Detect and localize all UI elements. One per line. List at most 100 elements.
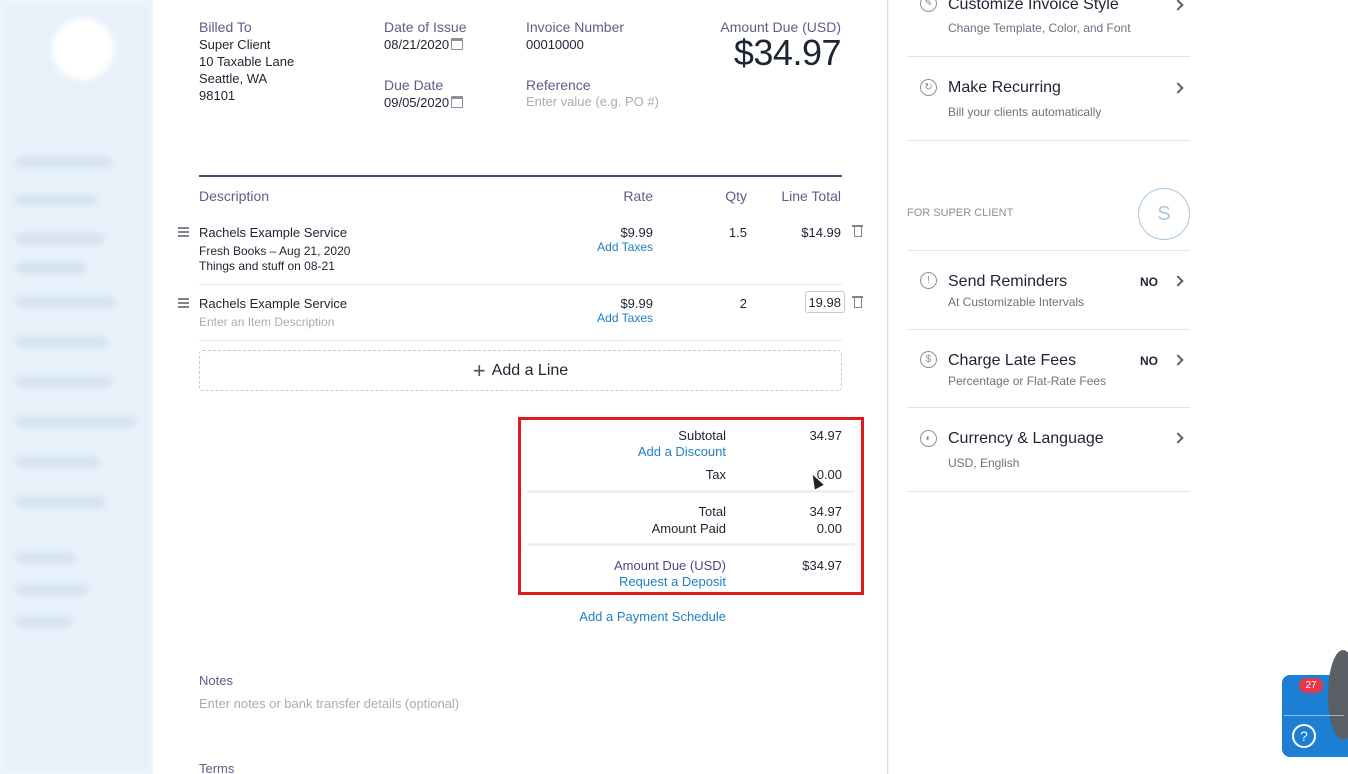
sidebar-item-blurred[interactable]	[16, 552, 76, 564]
totals-divider	[527, 490, 855, 493]
sidebar-item-blurred[interactable]	[16, 296, 116, 308]
sidebar-item-blurred[interactable]	[16, 262, 86, 274]
company-logo	[52, 18, 114, 80]
add-taxes-link[interactable]: Add Taxes	[553, 240, 653, 254]
reference-input[interactable]: Enter value (e.g. PO #)	[526, 94, 659, 109]
trash-icon[interactable]	[852, 295, 863, 308]
customize-style-subtitle: Change Template, Color, and Font	[948, 21, 1131, 35]
subtotal-label: Subtotal	[678, 428, 726, 443]
divider	[907, 329, 1190, 330]
sidebar-item-blurred[interactable]	[16, 496, 106, 508]
due-date-label: Due Date	[384, 77, 444, 93]
row-divider	[199, 284, 842, 285]
line-item-description[interactable]: Fresh Books – Aug 21, 2020	[199, 244, 350, 259]
sidebar-item-blurred[interactable]	[16, 616, 72, 628]
column-header-qty: Qty	[725, 188, 747, 204]
invoice-editor: Billed To Super Client 10 Taxable Lane S…	[153, 0, 888, 774]
column-header-description: Description	[199, 188, 270, 204]
make-recurring-title[interactable]: Make Recurring	[948, 79, 1061, 97]
line-item-description[interactable]: Things and stuff on 08-21	[199, 259, 335, 274]
alarm-clock-icon: !	[920, 272, 937, 289]
divider	[907, 56, 1190, 57]
send-reminders-subtitle: At Customizable Intervals	[948, 295, 1085, 309]
total-label: Total	[698, 504, 726, 519]
total-value: 34.97	[809, 504, 842, 519]
date-of-issue-value: 08/21/2020	[384, 37, 450, 52]
calendar-icon[interactable]	[451, 96, 464, 108]
invoice-number-field[interactable]: 00010000	[526, 36, 584, 53]
sidebar-item-blurred[interactable]	[16, 376, 112, 388]
due-date-field[interactable]: 09/05/2020	[384, 94, 464, 111]
terms-label: Terms	[199, 761, 235, 774]
divider	[907, 250, 1190, 251]
amount-paid-value: 0.00	[816, 521, 842, 536]
add-line-label: Add a Line	[491, 361, 569, 379]
notification-badge: 27	[1299, 678, 1323, 693]
client-address-line: 10 Taxable Lane	[199, 54, 295, 69]
currency-language-title[interactable]: Currency & Language	[948, 430, 1104, 448]
sidebar-item-blurred[interactable]	[16, 233, 104, 245]
amount-paid-label: Amount Paid	[651, 521, 726, 536]
due-date-value: 09/05/2020	[384, 95, 450, 110]
line-total-input[interactable]	[805, 291, 845, 313]
chevron-right-icon[interactable]	[1172, 275, 1184, 287]
row-divider	[199, 340, 842, 341]
charge-late-fees-subtitle: Percentage or Flat-Rate Fees	[948, 374, 1107, 388]
reminders-status: NO	[1140, 275, 1158, 289]
help-icon[interactable]: ?	[1292, 724, 1316, 748]
add-taxes-link[interactable]: Add Taxes	[553, 311, 653, 325]
invoice-number-label: Invoice Number	[526, 19, 625, 35]
divider	[199, 175, 842, 177]
charge-late-fees-title[interactable]: Charge Late Fees	[948, 352, 1076, 370]
add-discount-link[interactable]: Add a Discount	[581, 444, 726, 459]
plus-icon: +	[472, 357, 486, 383]
send-reminders-title[interactable]: Send Reminders	[948, 273, 1067, 291]
sidebar	[0, 0, 153, 774]
line-item-total: $14.99	[801, 225, 841, 240]
currency-language-subtitle: USD, English	[948, 456, 1020, 470]
sidebar-item-blurred[interactable]	[16, 194, 96, 206]
drag-handle-icon[interactable]	[178, 298, 189, 308]
notes-input[interactable]: Enter notes or bank transfer details (op…	[199, 696, 459, 711]
chevron-right-icon[interactable]	[1172, 432, 1184, 444]
add-line-button[interactable]: + Add a Line	[199, 350, 842, 391]
tax-value: 0.00	[816, 467, 842, 482]
add-payment-schedule-link[interactable]: Add a Payment Schedule	[526, 609, 726, 624]
amount-due-value: $34.97	[802, 558, 842, 573]
column-header-line-total: Line Total	[781, 188, 841, 204]
customize-style-title[interactable]: Customize Invoice Style	[948, 0, 1119, 14]
sidebar-item-blurred[interactable]	[16, 336, 108, 348]
divider	[1284, 715, 1344, 716]
date-of-issue-field[interactable]: 08/21/2020	[384, 36, 464, 53]
trash-icon[interactable]	[852, 224, 863, 237]
line-item-qty[interactable]: 1.5	[687, 224, 747, 241]
line-item-name[interactable]: Rachels Example Service	[199, 295, 347, 312]
client-address-line: Seattle, WA	[199, 71, 268, 86]
divider	[907, 491, 1190, 492]
sidebar-item-blurred[interactable]	[16, 416, 136, 428]
drag-handle-icon[interactable]	[178, 227, 189, 237]
client-name[interactable]: Super Client	[199, 36, 271, 53]
recurring-icon: ↻	[920, 79, 937, 96]
request-deposit-link[interactable]: Request a Deposit	[561, 574, 726, 589]
chevron-right-icon[interactable]	[1172, 354, 1184, 366]
divider	[907, 140, 1190, 141]
late-fee-clock-icon: $	[920, 351, 937, 368]
date-of-issue-label: Date of Issue	[384, 19, 467, 35]
line-item-name[interactable]: Rachels Example Service	[199, 224, 347, 241]
line-item-rate[interactable]: $9.99	[553, 224, 653, 241]
amount-due-label: Amount Due (USD)	[614, 558, 726, 573]
chevron-right-icon[interactable]	[1172, 82, 1184, 94]
billed-to-label: Billed To	[199, 19, 252, 35]
globe-icon: ◐	[920, 430, 937, 447]
line-item-description-input[interactable]: Enter an Item Description	[199, 315, 334, 329]
amount-due-header-value: $34.97	[733, 32, 842, 73]
chevron-right-icon[interactable]	[1172, 0, 1184, 11]
sidebar-item-blurred[interactable]	[16, 456, 100, 468]
line-item-rate[interactable]: $9.99	[553, 295, 653, 312]
line-item-qty[interactable]: 2	[687, 295, 747, 312]
sidebar-item-blurred[interactable]	[16, 584, 88, 596]
calendar-icon[interactable]	[451, 38, 464, 50]
sidebar-item-blurred[interactable]	[16, 156, 112, 168]
notes-label: Notes	[199, 673, 233, 688]
